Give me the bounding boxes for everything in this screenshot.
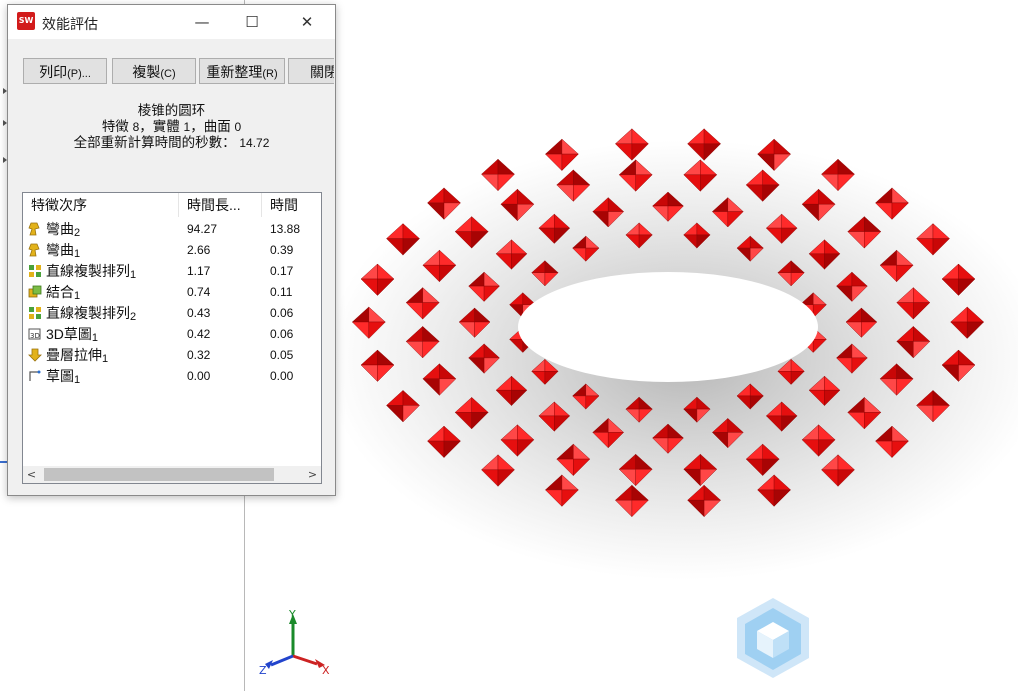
- horizontal-scrollbar[interactable]: < >: [23, 466, 321, 483]
- svg-text:3D: 3D: [30, 332, 40, 340]
- refresh-button[interactable]: 重新整理(R): [199, 58, 285, 84]
- table-row[interactable]: 直線複製排列1 1.17 0.17: [23, 261, 321, 282]
- copy-button[interactable]: 複製(C): [112, 58, 196, 84]
- maximize-button[interactable]: ☐: [232, 9, 272, 35]
- triad-y-label: Y: [288, 608, 296, 621]
- minimize-button[interactable]: —: [182, 9, 222, 35]
- 3d-sketch-icon: 3D: [28, 327, 42, 341]
- time-value: 0.39: [270, 243, 294, 257]
- table-row[interactable]: 草圖1 0.00 0.00: [23, 366, 321, 387]
- dialog-titlebar[interactable]: SW 效能評估 — ☐ ✕: [8, 5, 335, 39]
- time-percent-value: 0.42: [187, 327, 211, 341]
- time-value: 0.05: [270, 348, 294, 362]
- linear-pattern-icon: [28, 264, 42, 278]
- table-row[interactable]: 3D 3D草圖1 0.42 0.06: [23, 324, 321, 345]
- column-header-feature-order[interactable]: 特徵次序: [23, 193, 179, 217]
- scroll-right-icon[interactable]: >: [304, 466, 321, 483]
- table-row[interactable]: 結合1 0.74 0.11: [23, 282, 321, 303]
- rebuild-time-line: 全部重新計算時間的秒數： 14.72: [73, 135, 270, 150]
- time-percent-value: 1.17: [187, 264, 211, 278]
- combine-icon: [28, 285, 42, 299]
- scroll-thumb[interactable]: [44, 468, 274, 481]
- list-rows: 彎曲2 94.27 13.88 彎曲1 2.66 0.39 直線複製排列1 1.17 0.17 結…: [23, 219, 321, 387]
- time-value: 0.00: [270, 369, 294, 383]
- time-value: 0.11: [270, 285, 293, 299]
- close-button[interactable]: 關閉: [288, 58, 334, 84]
- flex-feature-icon: [28, 222, 42, 236]
- time-value: 13.88: [270, 222, 301, 236]
- time-value: 0.06: [270, 306, 294, 320]
- time-percent-value: 0.43: [187, 306, 211, 320]
- time-percent-value: 0.32: [187, 348, 211, 362]
- dialog-toolbar: 列印(P)... 複製(C) 重新整理(R) 關閉: [23, 58, 334, 86]
- coordinate-triad: Y X Z: [259, 608, 330, 677]
- time-percent-value: 94.27: [187, 222, 218, 236]
- cube-watermark-icon: [737, 598, 809, 678]
- loft-icon: [28, 348, 42, 362]
- counts-line: 特徵 8，實體 1，曲面 0: [101, 118, 242, 134]
- sketch-icon: [28, 369, 42, 383]
- time-value: 0.06: [270, 327, 294, 341]
- table-row[interactable]: 疊層拉伸1 0.32 0.05: [23, 345, 321, 366]
- print-button[interactable]: 列印(P)...: [23, 58, 107, 84]
- column-header-time-percent[interactable]: 時間長...: [179, 193, 262, 217]
- flex-feature-icon: [28, 243, 42, 257]
- column-header-time[interactable]: 時間: [262, 193, 321, 217]
- performance-evaluation-dialog: SW 效能評估 — ☐ ✕ 列印(P)... 複製(C) 重新整理(R) 關閉 …: [7, 4, 336, 496]
- list-header: 特徵次序 時間長... 時間: [23, 193, 321, 217]
- performance-summary: 棱锥的圆环 特徵 8，實體 1，曲面 0 全部重新計算時間的秒數： 14.72: [8, 103, 335, 152]
- time-percent-value: 0.74: [187, 285, 211, 299]
- table-row[interactable]: 彎曲2 94.27 13.88: [23, 219, 321, 240]
- time-value: 0.17: [270, 264, 294, 278]
- part-name: 棱锥的圆环: [137, 103, 206, 118]
- triad-x-label: X: [322, 664, 330, 677]
- close-window-button[interactable]: ✕: [287, 9, 327, 35]
- pyramid-torus-model[interactable]: [245, 0, 1018, 691]
- dialog-title: 效能評估: [42, 16, 98, 32]
- time-percent-value: 0.00: [187, 369, 211, 383]
- solidworks-app-icon: SW: [17, 12, 35, 30]
- scroll-left-icon[interactable]: <: [23, 466, 40, 483]
- feature-time-list[interactable]: 特徵次序 時間長... 時間 彎曲2 94.27 13.88 彎曲1 2.66 0.39 直…: [22, 192, 322, 484]
- time-percent-value: 2.66: [187, 243, 211, 257]
- table-row[interactable]: 彎曲1 2.66 0.39: [23, 240, 321, 261]
- linear-pattern-icon: [28, 306, 42, 320]
- feature-name: 草圖1: [46, 368, 81, 386]
- graphics-viewport[interactable]: Y X Z: [245, 0, 1018, 691]
- table-row[interactable]: 直線複製排列2 0.43 0.06: [23, 303, 321, 324]
- triad-z-label: Z: [259, 664, 267, 677]
